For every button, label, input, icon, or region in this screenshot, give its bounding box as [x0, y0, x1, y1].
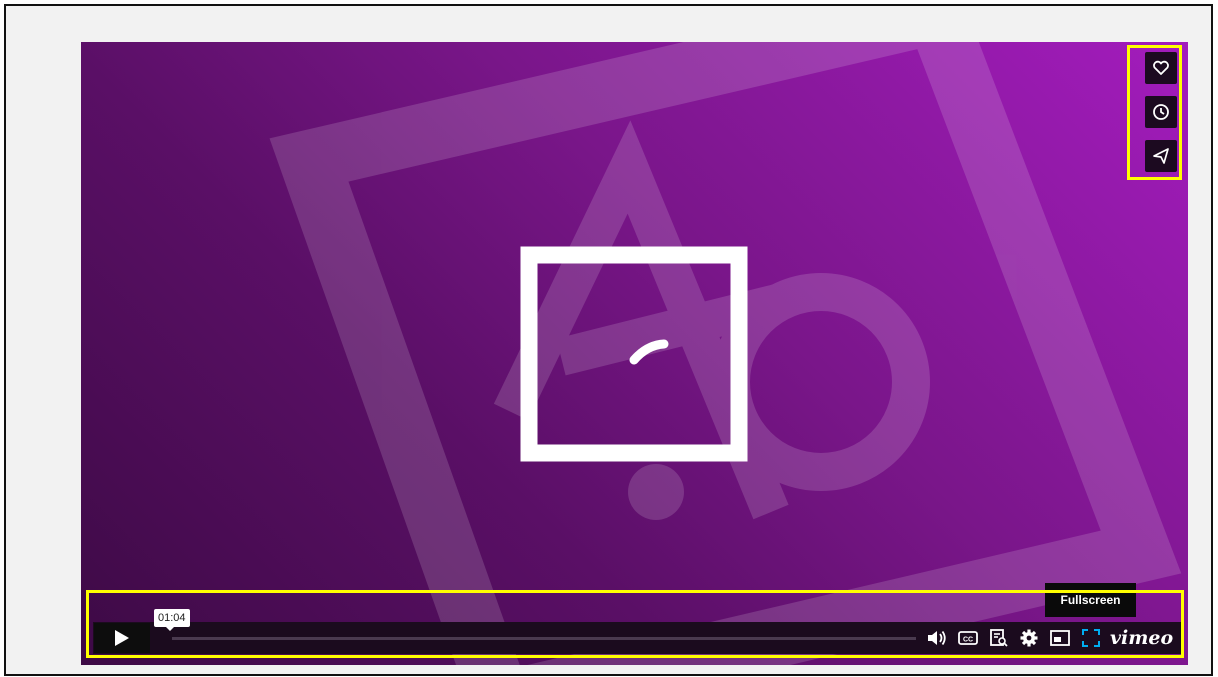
video-player[interactable] — [81, 42, 1188, 665]
side-buttons-highlight — [1127, 45, 1182, 180]
video-frame-artwork — [269, 42, 1182, 665]
controls-highlight — [86, 590, 1184, 658]
